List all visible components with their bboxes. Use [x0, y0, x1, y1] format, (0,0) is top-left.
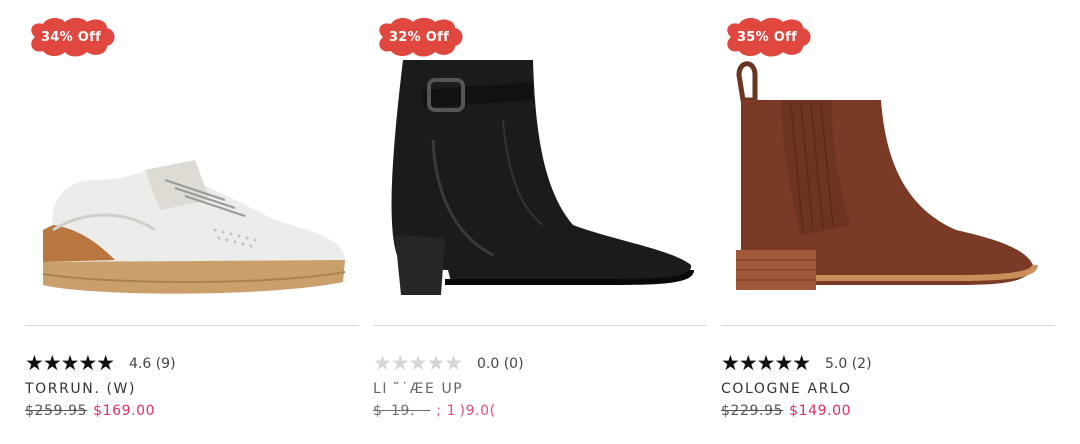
star-filled-icon: ★★★★★ — [721, 354, 811, 373]
original-price: $229.95 — [721, 403, 784, 419]
star-rating: ★★★★★ ★★★★★ — [373, 354, 469, 373]
sale-price: ; 1 )9.0( — [436, 403, 496, 419]
rating-text: 0.0 (0) — [477, 355, 524, 372]
discount-label: 35% Off — [736, 29, 798, 45]
discount-badge: 34% Off — [25, 16, 117, 58]
prices: $229.95 $149.00 — [721, 403, 851, 419]
discount-badge: 35% Off — [721, 16, 813, 58]
rating-text: 5.0 (2) — [825, 355, 872, 372]
rating: ★★★★★ ★★★★★ 5.0 (2) — [721, 354, 872, 373]
product-name[interactable]: COLOGNE ARLO — [721, 381, 852, 397]
divider — [25, 325, 359, 326]
sneaker-image[interactable] — [25, 60, 359, 310]
sale-price: $149.00 — [789, 403, 852, 419]
product-name[interactable]: LI ˜˙ÆE UP — [373, 381, 463, 397]
original-price: $259.95 — [25, 403, 88, 419]
discount-label: 32% Off — [388, 29, 450, 45]
star-rating: ★★★★★ ★★★★★ — [25, 354, 121, 373]
rating: ★★★★★ ★★★★★ 4.6 (9) — [25, 354, 176, 373]
star-rating: ★★★★★ ★★★★★ — [721, 354, 817, 373]
product-card[interactable]: 32% Off ★★★★★ ★★★★★ — [373, 0, 707, 444]
product-grid: 34% Off ★★★★★ ★★★★★ 4.6 (9) TORRUN. (W) … — [0, 0, 1080, 444]
product-card[interactable]: 35% Off ★★★★★ ★★★★★ 5.0 (2) COLOGNE ARLO… — [721, 0, 1055, 444]
sale-price: $169.00 — [93, 403, 156, 419]
product-name[interactable]: TORRUN. (W) — [25, 381, 136, 397]
star-filled-icon: ★★★★★ — [25, 354, 114, 373]
product-card[interactable]: 34% Off ★★★★★ ★★★★★ 4.6 (9) TORRUN. (W) … — [25, 0, 359, 444]
discount-badge: 32% Off — [373, 16, 465, 58]
chelsea-boot-image[interactable] — [721, 60, 1055, 310]
black-ankle-boot-image[interactable] — [373, 60, 707, 310]
original-price: $ 19. — [373, 403, 431, 419]
prices: $ 19. ; 1 )9.0( — [373, 403, 496, 419]
rating-text: 4.6 (9) — [129, 355, 176, 372]
divider — [373, 325, 707, 326]
star-empty-icon: ★★★★★ — [373, 354, 463, 373]
prices: $259.95 $169.00 — [25, 403, 155, 419]
rating: ★★★★★ ★★★★★ 0.0 (0) — [373, 354, 524, 373]
discount-label: 34% Off — [40, 29, 102, 45]
divider — [721, 325, 1055, 326]
